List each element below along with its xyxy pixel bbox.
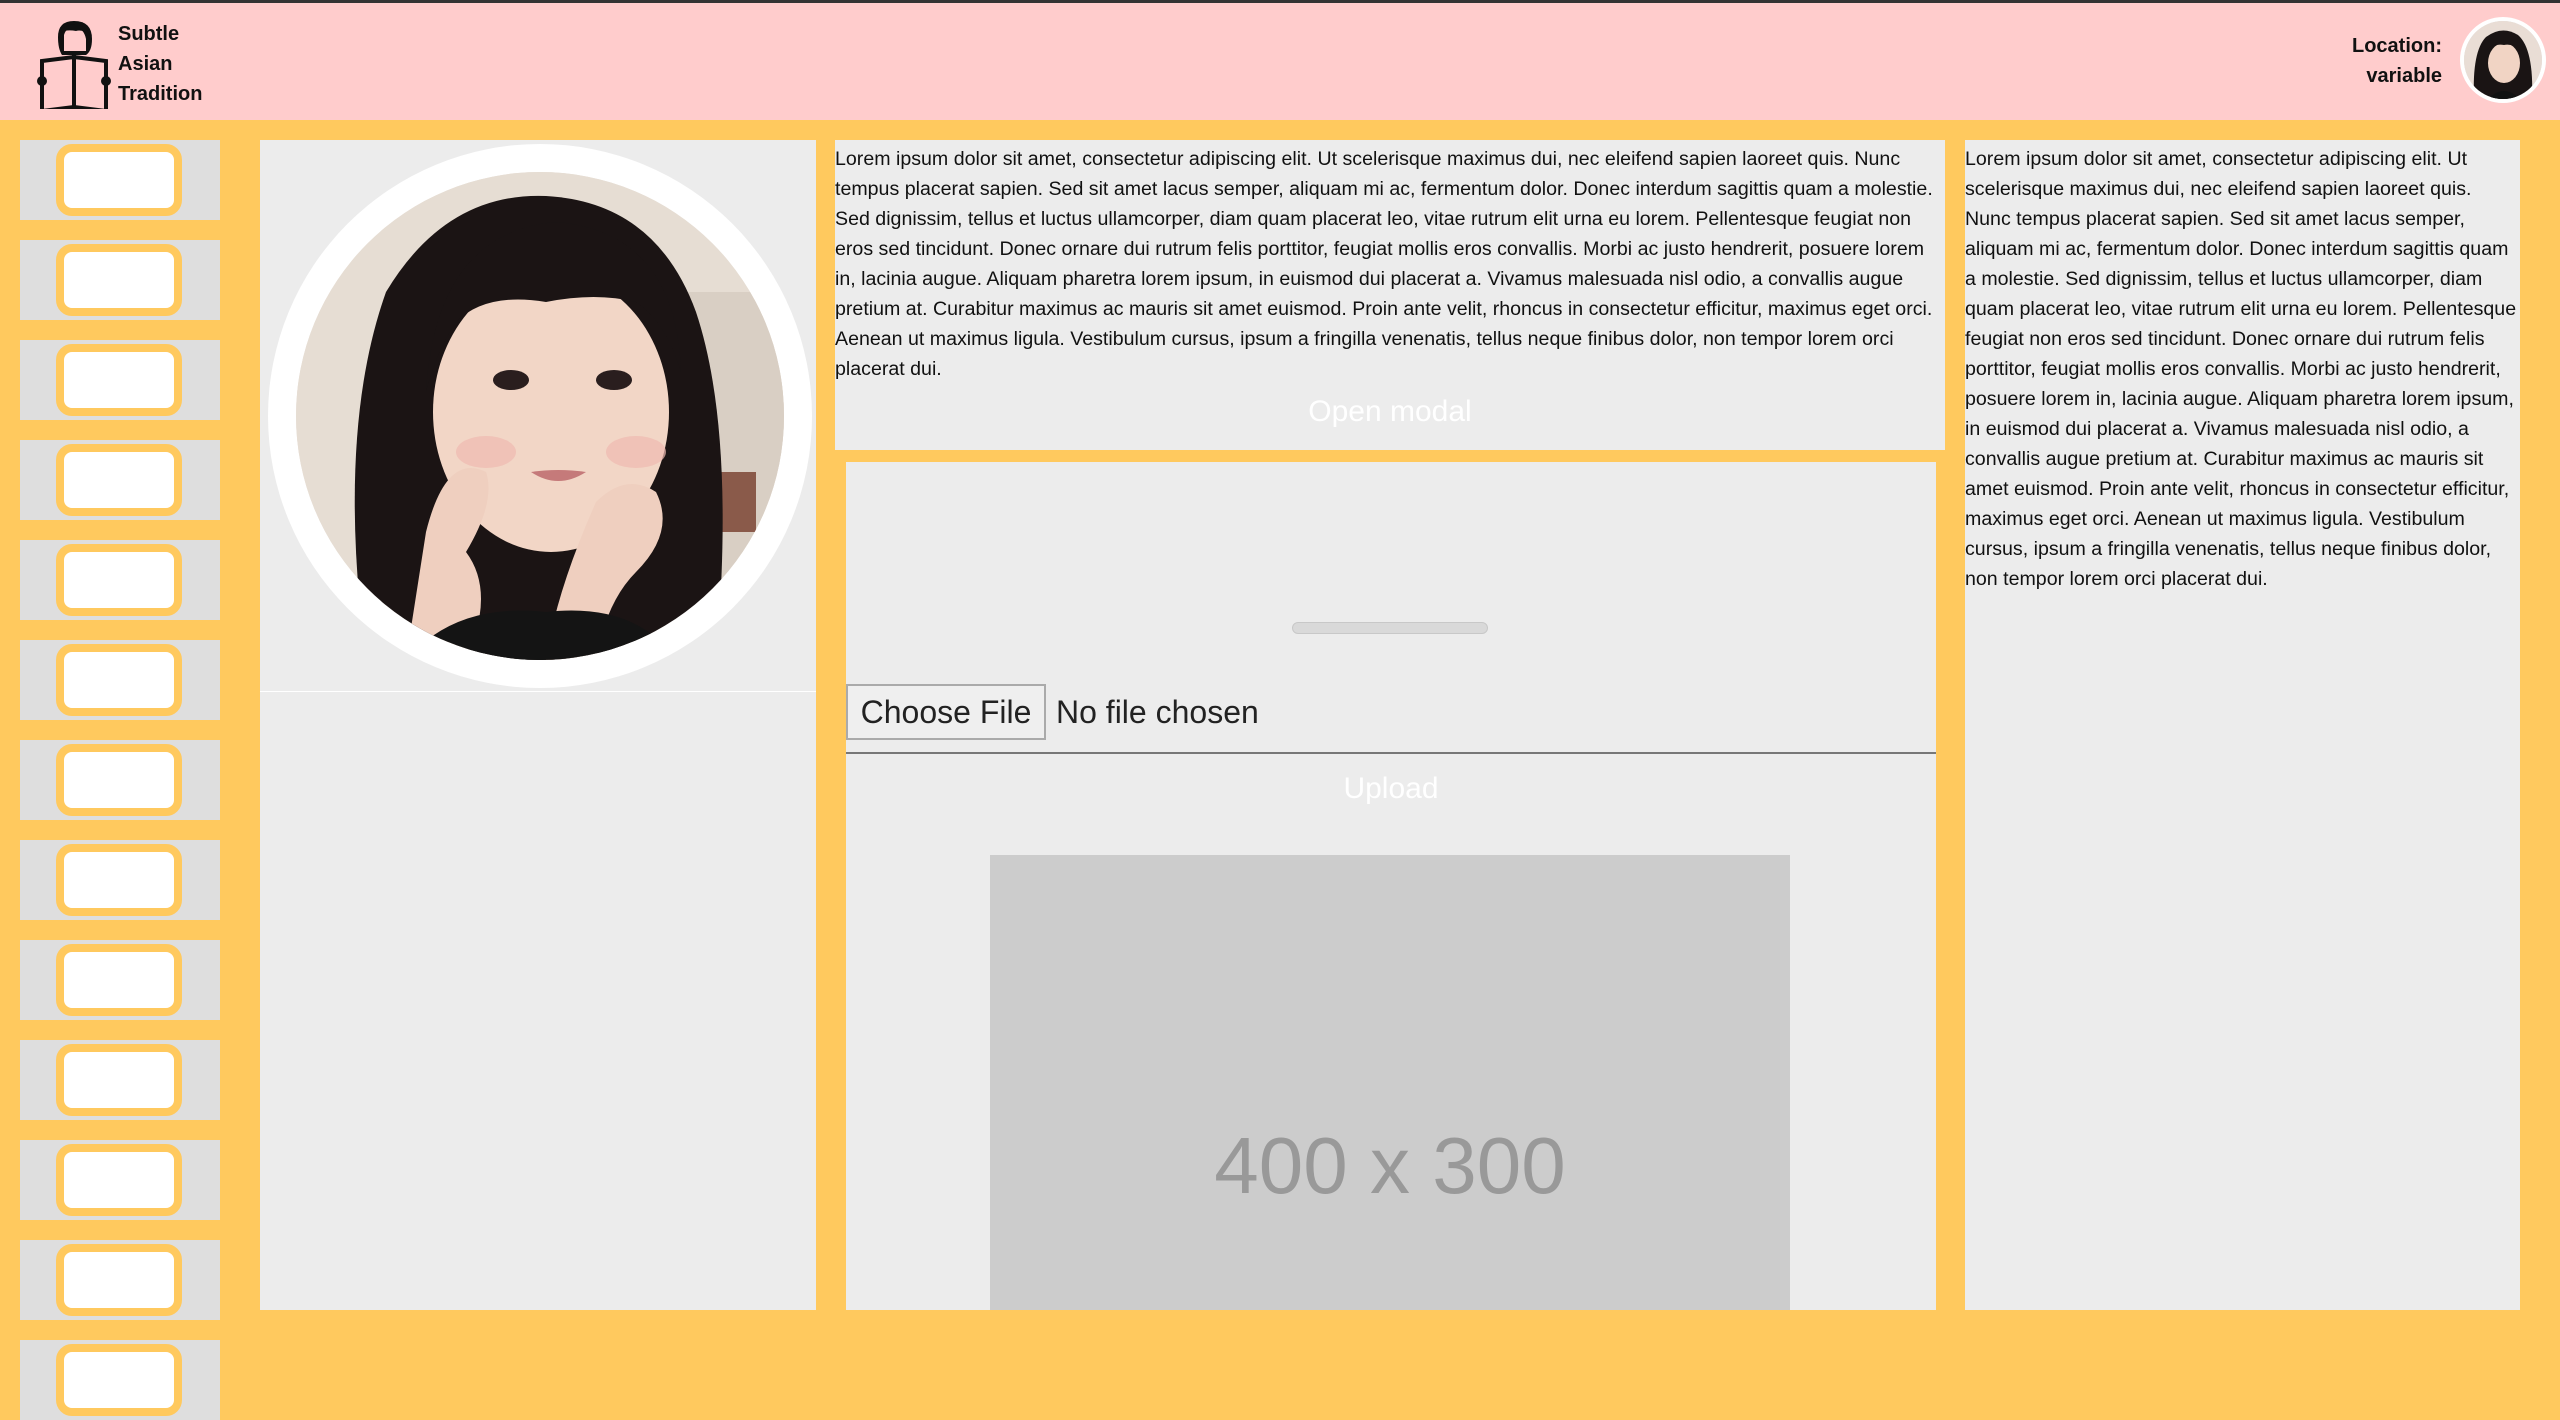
sidebar-film-frame [20,540,220,620]
sidebar-item-10[interactable] [56,1044,182,1116]
profile-photo [296,172,784,660]
sidebar-item-12[interactable] [56,1244,182,1316]
sidebar-film-frame [20,740,220,820]
location-indicator: Location: variable [2352,31,2442,91]
upload-button[interactable]: Upload [846,772,1936,806]
sidebar-item-1[interactable] [56,144,182,216]
sidebar-item-9[interactable] [56,944,182,1016]
top-header: Subtle Asian Tradition Location: variabl… [0,0,2560,120]
reading-person-logo-icon[interactable] [36,17,116,114]
sidebar-item-2[interactable] [56,244,182,316]
sidebar-film-frame [20,240,220,320]
sidebar-film-frame [20,440,220,520]
sidebar-film-frame [20,1040,220,1120]
brand-line: Subtle [118,23,180,45]
profile-divider [260,691,816,692]
upload-progress-bar [1292,622,1488,634]
sidebar-item-13[interactable] [56,1344,182,1416]
sidebar-item-7[interactable] [56,744,182,816]
upload-divider [846,752,1936,754]
sidebar-item-3[interactable] [56,344,182,416]
intro-text-panel: Lorem ipsum dolor sit amet, consectetur … [835,140,1945,450]
sidebar-film-frame [20,340,220,420]
file-status-text: No file chosen [1056,694,1259,730]
location-value: variable [2366,65,2442,87]
sidebar-film-frame [20,140,220,220]
brand-line: Asian [118,53,173,75]
side-text-panel: Lorem ipsum dolor sit amet, consectetur … [1965,140,2520,1310]
image-placeholder: 400 x 300 [990,855,1790,1310]
sidebar-film-frame [20,1240,220,1320]
brand-line: Tradition [118,83,203,105]
sidebar-film-frame [20,1340,220,1420]
sidebar [0,140,240,1420]
sidebar-item-11[interactable] [56,1144,182,1216]
sidebar-item-6[interactable] [56,644,182,716]
open-modal-button[interactable]: Open modal [835,395,1945,429]
brand-name: Subtle Asian Tradition [118,19,202,109]
intro-paragraph: Lorem ipsum dolor sit amet, consectetur … [835,148,1933,380]
sidebar-film-frame [20,1140,220,1220]
profile-photo-frame [268,144,812,688]
sidebar-item-8[interactable] [56,844,182,916]
sidebar-film-frame [20,640,220,720]
location-label: Location: [2352,35,2442,57]
profile-panel [260,140,816,1310]
sidebar-film-frame [20,940,220,1020]
sidebar-film-frame [20,840,220,920]
side-paragraph: Lorem ipsum dolor sit amet, consectetur … [1965,148,2517,590]
user-avatar[interactable] [2460,17,2546,103]
upload-panel: Choose File No file chosen Upload 400 x … [846,462,1936,1310]
sidebar-item-4[interactable] [56,444,182,516]
sidebar-item-5[interactable] [56,544,182,616]
choose-file-button[interactable]: Choose File [846,684,1046,740]
placeholder-label: 400 x 300 [1214,1121,1566,1210]
